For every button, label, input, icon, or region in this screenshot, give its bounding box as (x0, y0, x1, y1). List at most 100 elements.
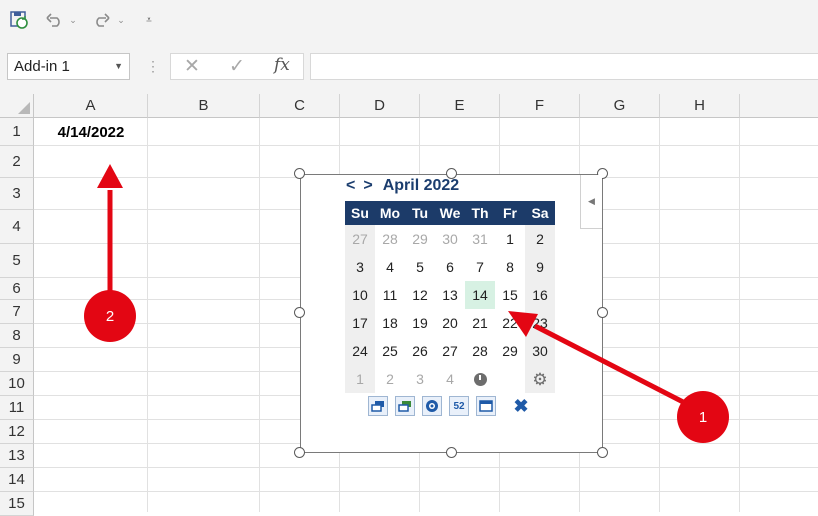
calendar-day[interactable]: 1 (495, 225, 525, 253)
resize-handle-right[interactable] (597, 307, 608, 318)
calendar-week: 17 18 19 20 21 22 23 (345, 309, 555, 337)
calendar-day[interactable]: 2 (375, 365, 405, 393)
calendar-day[interactable]: 30 (525, 337, 555, 365)
undo-dropdown-icon[interactable]: ⌄ (68, 8, 78, 32)
row-header-5[interactable]: 5 (0, 244, 34, 278)
confirm-entry-button[interactable]: ✓ (229, 55, 245, 78)
formula-bar-grip-icon[interactable]: ⋮ (146, 58, 160, 75)
calendar-day[interactable]: 8 (495, 253, 525, 281)
calendar-day[interactable]: 2 (525, 225, 555, 253)
calendar-day[interactable]: 26 (405, 337, 435, 365)
calendar-day[interactable]: 21 (465, 309, 495, 337)
calendar-day[interactable]: 4 (375, 253, 405, 281)
cell-a1[interactable]: 4/14/2022 (34, 118, 148, 146)
row-header-12[interactable]: 12 (0, 420, 34, 444)
cancel-entry-button[interactable]: ✕ (184, 55, 200, 78)
calendar-day[interactable]: 31 (465, 225, 495, 253)
calendar-day-selected[interactable]: 14 (465, 281, 495, 309)
name-box[interactable]: Add-in 1 ▼ (7, 53, 130, 80)
calendar-day[interactable]: 9 (525, 253, 555, 281)
column-header-next[interactable] (740, 94, 818, 118)
column-header-a[interactable]: A (34, 94, 148, 118)
calendar-day[interactable]: 29 (405, 225, 435, 253)
resize-handle-top-left[interactable] (294, 168, 305, 179)
resize-handle-left[interactable] (294, 307, 305, 318)
insert-function-button[interactable]: fx (274, 55, 290, 75)
row-header-9[interactable]: 9 (0, 348, 34, 372)
calendar-day[interactable]: 5 (405, 253, 435, 281)
resize-handle-bottom[interactable] (446, 447, 457, 458)
calendar-day[interactable]: 19 (405, 309, 435, 337)
row-header-2[interactable]: 2 (0, 146, 34, 178)
calendar-day[interactable]: 25 (375, 337, 405, 365)
info-globe-icon[interactable] (422, 396, 442, 416)
row-header-4[interactable]: 4 (0, 210, 34, 244)
gridline (34, 491, 818, 492)
next-month-button[interactable]: > (363, 177, 372, 195)
calendar-day[interactable]: 7 (465, 253, 495, 281)
calendar-day[interactable]: 27 (345, 225, 375, 253)
name-box-dropdown-icon[interactable]: ▼ (114, 54, 123, 79)
calendar-day[interactable]: 22 (495, 309, 525, 337)
calendar-day[interactable]: 6 (435, 253, 465, 281)
calendar-day[interactable]: 10 (345, 281, 375, 309)
calendar-day[interactable]: 13 (435, 281, 465, 309)
row-header-7[interactable]: 7 (0, 300, 34, 324)
weekday-label: Fr (503, 205, 517, 221)
redo-icon[interactable] (90, 8, 112, 32)
calendar-day[interactable]: 18 (375, 309, 405, 337)
calendar-day[interactable]: 23 (525, 309, 555, 337)
save-refresh-icon[interactable] (8, 8, 30, 32)
customize-toolbar-icon[interactable]: ⩡ (142, 8, 156, 32)
restore-window-green-icon[interactable] (395, 396, 415, 416)
calendar-day[interactable]: 17 (345, 309, 375, 337)
select-all-button[interactable] (0, 94, 34, 118)
week-number-icon[interactable]: 52 (449, 396, 469, 416)
resize-handle-bottom-left[interactable] (294, 447, 305, 458)
calendar-day[interactable]: 16 (525, 281, 555, 309)
calendar-day[interactable]: 3 (405, 365, 435, 393)
calendar-icon[interactable] (476, 396, 496, 416)
redo-dropdown-icon[interactable]: ⌄ (116, 8, 126, 32)
calendar-day[interactable]: 15 (495, 281, 525, 309)
calendar-day[interactable]: 27 (435, 337, 465, 365)
previous-month-button[interactable]: < (346, 177, 355, 195)
column-header-e[interactable]: E (420, 94, 500, 118)
calendar-day[interactable]: 4 (435, 365, 465, 393)
resize-handle-bottom-right[interactable] (597, 447, 608, 458)
calendar-day[interactable]: 12 (405, 281, 435, 309)
row-header-13[interactable]: 13 (0, 444, 34, 468)
calendar-day[interactable]: 3 (345, 253, 375, 281)
calendar-day[interactable]: 30 (435, 225, 465, 253)
calendar-day[interactable]: 20 (435, 309, 465, 337)
calendar-day[interactable]: 24 (345, 337, 375, 365)
row-header-10[interactable]: 10 (0, 372, 34, 396)
row-header-14[interactable]: 14 (0, 468, 34, 492)
column-header-d[interactable]: D (340, 94, 420, 118)
row-header-8[interactable]: 8 (0, 324, 34, 348)
row-header-6[interactable]: 6 (0, 278, 34, 300)
column-header-c[interactable]: C (260, 94, 340, 118)
row-header-11[interactable]: 11 (0, 396, 34, 420)
column-header-h[interactable]: H (660, 94, 740, 118)
settings-gear-icon[interactable]: ⚙ (525, 365, 555, 393)
month-label: April 2022 (382, 177, 460, 194)
formula-input[interactable] (310, 53, 818, 80)
row-header-15[interactable]: 15 (0, 492, 34, 516)
row-header-3[interactable]: 3 (0, 178, 34, 210)
column-header-g[interactable]: G (580, 94, 660, 118)
collapse-panel-icon[interactable]: ◀ (580, 175, 602, 229)
calendar-day[interactable]: 29 (495, 337, 525, 365)
row-header-1[interactable]: 1 (0, 118, 34, 146)
calendar-day[interactable]: 28 (375, 225, 405, 253)
close-icon[interactable]: ✖ (511, 396, 531, 416)
calendar-day[interactable]: 28 (465, 337, 495, 365)
calendar-day[interactable]: 1 (345, 365, 375, 393)
calendar-week: 3 4 5 6 7 8 9 (345, 253, 555, 281)
column-header-b[interactable]: B (148, 94, 260, 118)
column-header-f[interactable]: F (500, 94, 580, 118)
time-picker-icon[interactable] (465, 365, 495, 393)
restore-window-icon[interactable] (368, 396, 388, 416)
calendar-day[interactable]: 11 (375, 281, 405, 309)
undo-icon[interactable] (44, 8, 66, 32)
